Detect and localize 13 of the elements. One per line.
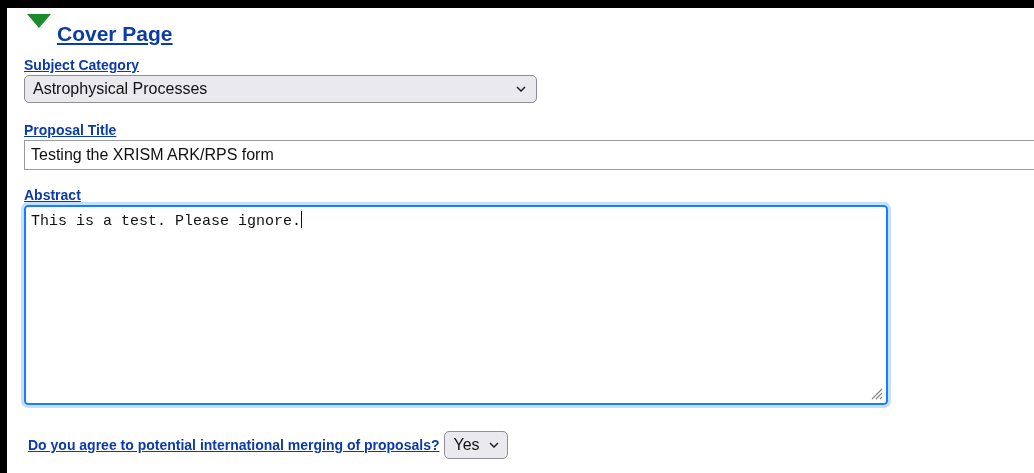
expanded-triangle-icon[interactable] [27, 14, 51, 28]
chevron-down-icon [488, 442, 499, 448]
field-label-link[interactable]: Abstract [24, 187, 81, 203]
resize-grip-icon[interactable] [871, 388, 883, 400]
section-title-link[interactable]: Cover Page [57, 22, 173, 46]
field-label-link[interactable]: Proposal Title [24, 122, 117, 138]
dropdown[interactable]: Astrophysical Processes [24, 75, 537, 103]
chevron-down-icon [516, 86, 526, 92]
textarea-field[interactable]: This is a test. Please ignore. [24, 205, 888, 405]
text-input-field[interactable]: Testing the XRISM ARK/RPS form [24, 140, 1034, 170]
dropdown[interactable]: Yes [444, 431, 508, 459]
question-label-link[interactable]: Do you agree to potential international merging of proposals? [28, 437, 440, 453]
field-label-link[interactable]: Subject Category [24, 57, 140, 73]
